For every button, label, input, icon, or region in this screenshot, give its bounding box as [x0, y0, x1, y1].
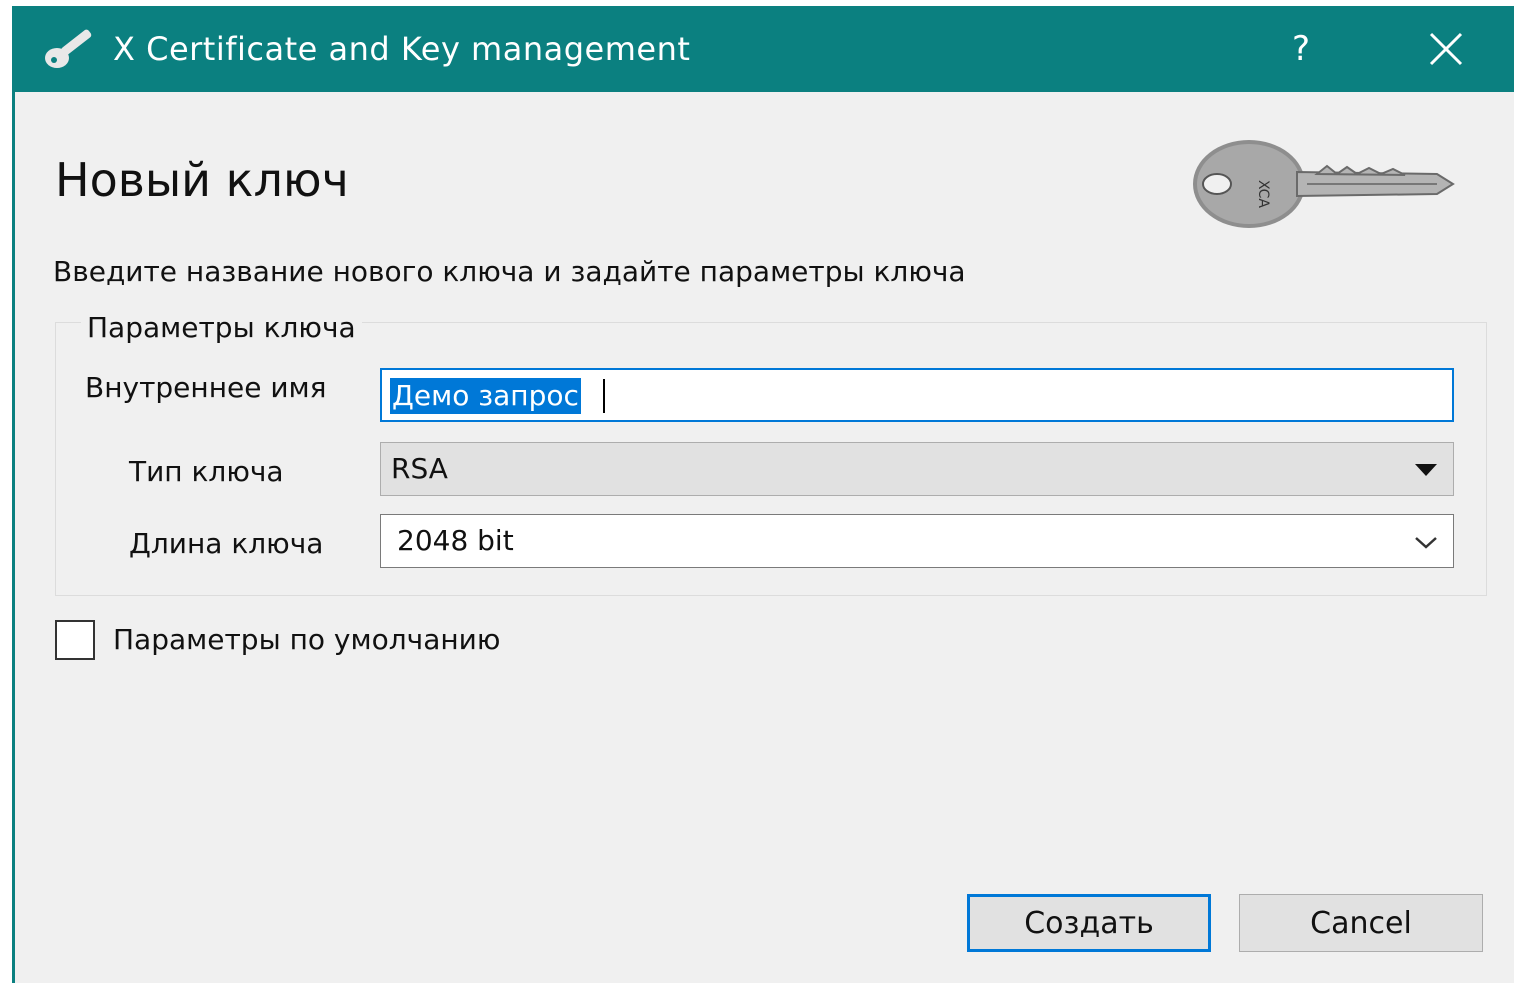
create-button[interactable]: Создать	[967, 894, 1211, 952]
dropdown-arrow-icon	[1415, 464, 1437, 476]
help-button[interactable]: ?	[1271, 20, 1331, 78]
key-length-label: Длина ключа	[129, 527, 324, 560]
defaults-checkbox[interactable]	[55, 620, 95, 660]
internal-name-value: Демо запрос	[390, 378, 581, 414]
window-title: X Certificate and Key management	[113, 30, 691, 68]
defaults-checkbox-label[interactable]: Параметры по умолчанию	[113, 622, 500, 658]
close-icon	[1429, 32, 1463, 66]
key-type-value: RSA	[391, 452, 448, 485]
key-graphic-label: XCA	[1255, 180, 1271, 208]
chevron-down-icon	[1415, 537, 1437, 549]
key-type-select[interactable]: RSA	[380, 442, 1454, 496]
close-button[interactable]	[1415, 20, 1477, 78]
key-type-label: Тип ключа	[129, 455, 284, 488]
key-length-combo[interactable]: 2048 bit	[380, 514, 1454, 568]
title-bar[interactable]: X Certificate and Key management ?	[15, 6, 1514, 92]
text-caret	[603, 379, 605, 413]
instruction-text: Введите название нового ключа и задайте …	[53, 255, 966, 288]
name-label: Внутреннее имя	[85, 371, 327, 404]
internal-name-input[interactable]: Демо запрос	[380, 368, 1454, 422]
dialog-window: X Certificate and Key management ? Новый…	[12, 6, 1514, 983]
page-title: Новый ключ	[55, 153, 349, 207]
cancel-button[interactable]: Cancel	[1239, 894, 1483, 952]
key-params-legend: Параметры ключа	[81, 310, 362, 346]
key-icon	[45, 29, 92, 68]
key-length-value: 2048 bit	[397, 524, 514, 557]
key-graphic: XCA	[1193, 140, 1455, 228]
